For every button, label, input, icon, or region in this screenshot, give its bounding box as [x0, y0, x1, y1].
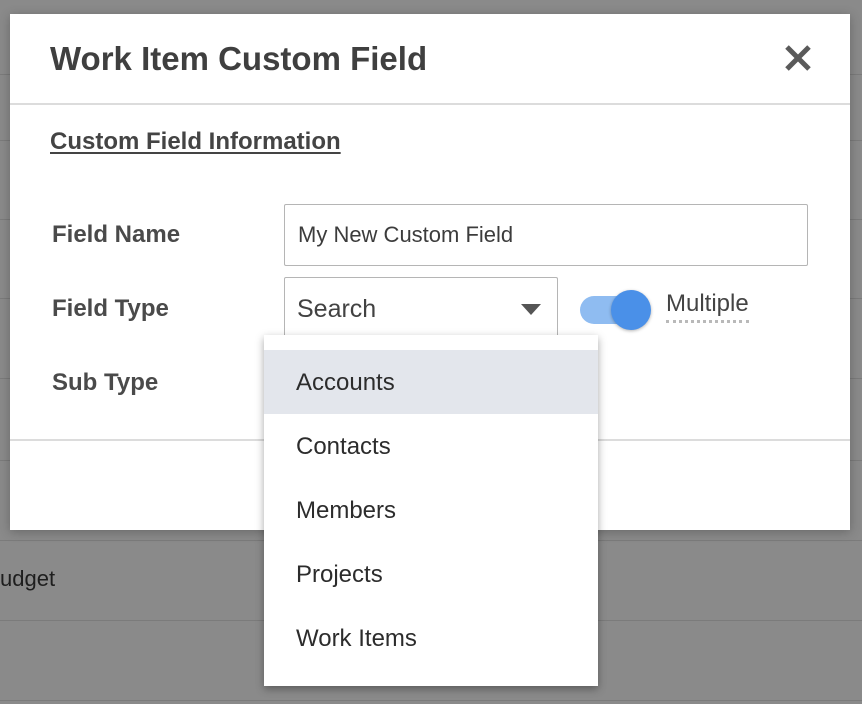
- section-heading: Custom Field Information: [50, 128, 341, 155]
- toggle-knob: [611, 290, 651, 330]
- close-icon: [785, 45, 811, 71]
- field-name-input[interactable]: [284, 204, 808, 266]
- dropdown-option-projects[interactable]: Projects: [264, 542, 598, 606]
- dropdown-option-accounts[interactable]: Accounts: [264, 350, 598, 414]
- background-row-text: udget: [0, 566, 56, 591]
- field-type-dropdown-list: Accounts Contacts Members Projects Work …: [264, 335, 598, 686]
- background-divider: [0, 700, 862, 701]
- close-button[interactable]: [782, 40, 814, 76]
- multiple-toggle-label: Multiple: [666, 290, 749, 323]
- sub-type-label: Sub Type: [52, 369, 159, 396]
- header-divider: [10, 103, 850, 105]
- field-type-label: Field Type: [52, 295, 169, 322]
- dropdown-option-work-items[interactable]: Work Items: [264, 606, 598, 670]
- dialog-title: Work Item Custom Field: [50, 40, 428, 77]
- field-type-selected-value: Search: [297, 295, 377, 323]
- dropdown-option-contacts[interactable]: Contacts: [264, 414, 598, 478]
- caret-down-icon: [521, 304, 541, 315]
- dropdown-option-members[interactable]: Members: [264, 478, 598, 542]
- multiple-toggle[interactable]: [580, 288, 652, 330]
- field-name-label: Field Name: [52, 221, 181, 248]
